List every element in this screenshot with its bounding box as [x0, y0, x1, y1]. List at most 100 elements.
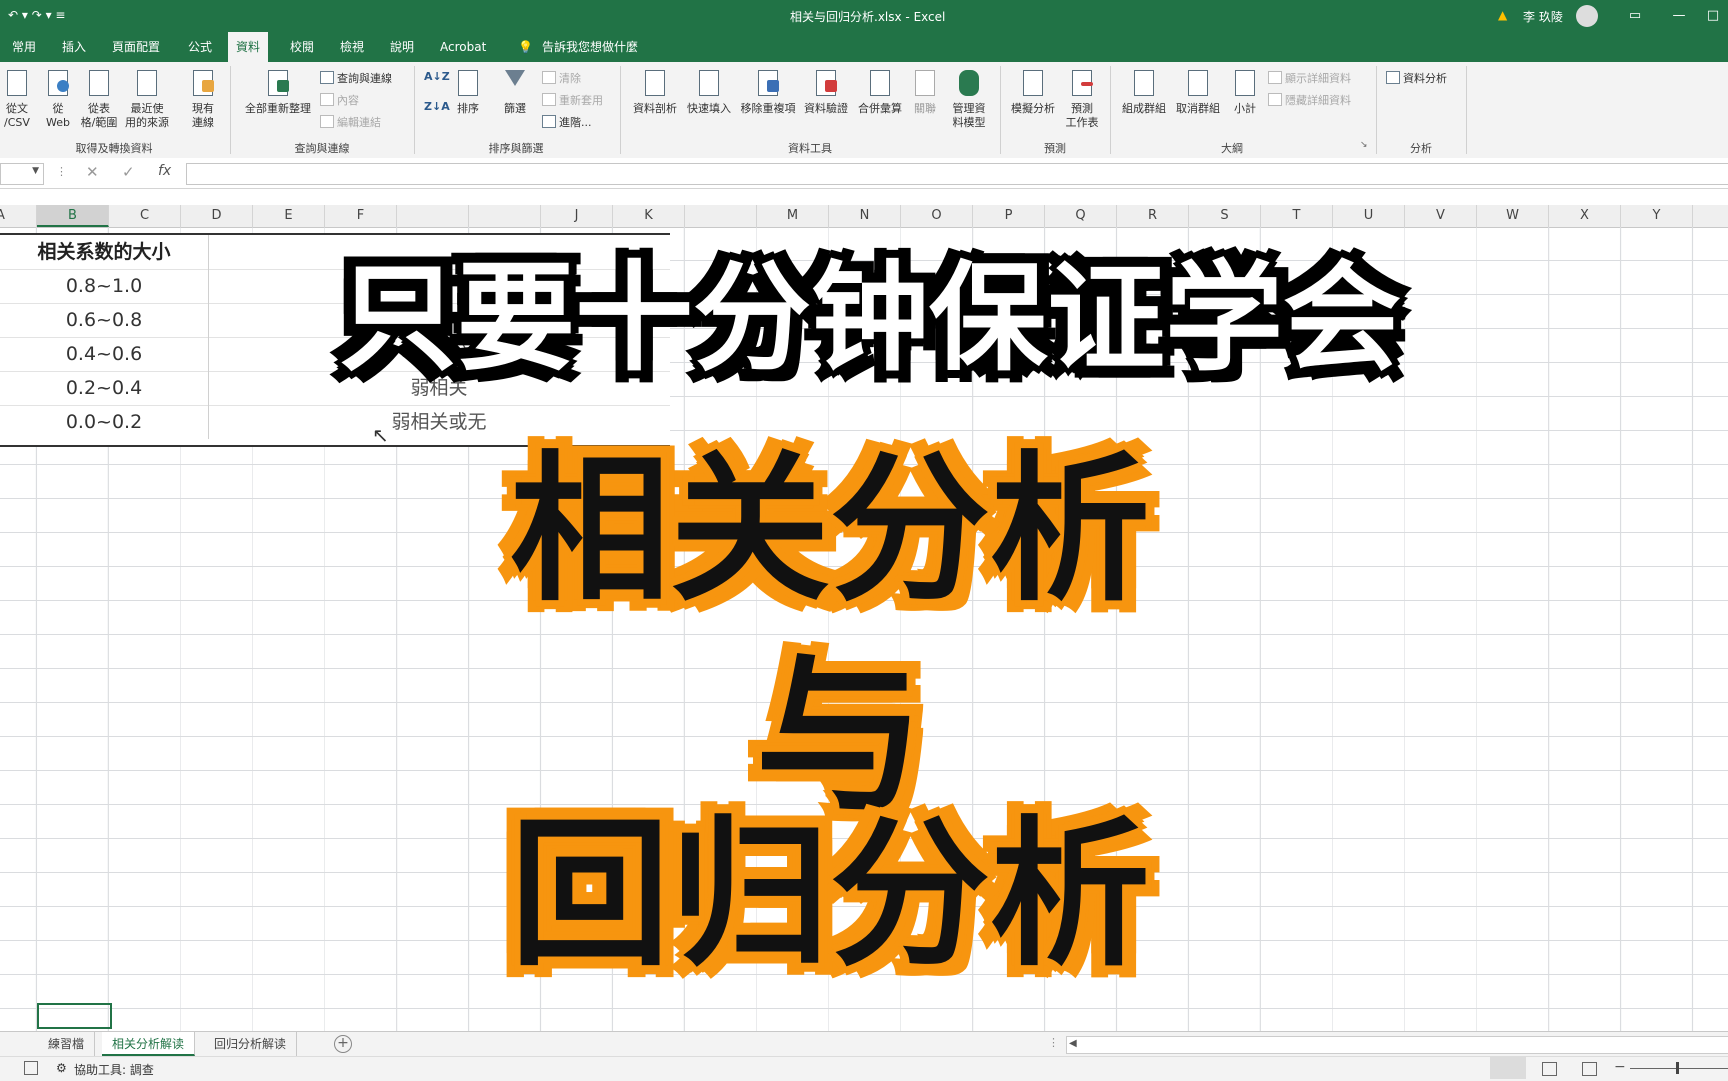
what-if-analysis-button[interactable]: 模擬分析	[1006, 68, 1060, 116]
ribbon-display-icon[interactable]: ▭	[1620, 4, 1650, 28]
refresh-all-button[interactable]: 全部重新整理	[240, 68, 316, 116]
group-separator	[414, 66, 415, 154]
forecast-sheet-button[interactable]: 預測 工作表	[1062, 68, 1102, 130]
sort-button[interactable]: 排序	[452, 68, 484, 116]
range-cell[interactable]: 0.8~1.0	[0, 269, 209, 303]
tab-view[interactable]: 檢視	[332, 32, 372, 62]
page-break-view-icon[interactable]	[1582, 1062, 1597, 1076]
zoom-out-icon[interactable]: −	[1614, 1059, 1626, 1075]
flash-fill-button[interactable]: 快速填入	[684, 68, 734, 116]
add-sheet-button[interactable]: +	[334, 1035, 352, 1053]
consolidate-button[interactable]: 合併彙算	[854, 68, 906, 116]
mouse-cursor-icon: ↖	[372, 423, 389, 447]
tab-formulas[interactable]: 公式	[180, 32, 220, 62]
advanced-filter-button[interactable]: 進階...	[542, 114, 592, 130]
from-table-button[interactable]: 從表 格/範圍	[78, 68, 120, 130]
table-header[interactable]: 相关系数的大小	[0, 235, 209, 269]
tab-home[interactable]: 常用	[4, 32, 44, 62]
edit-links-button[interactable]: 編輯連結	[320, 114, 381, 130]
name-box[interactable]: ▼	[0, 163, 44, 185]
column-header[interactable]: W	[1477, 205, 1549, 227]
active-cell[interactable]	[37, 1003, 112, 1029]
column-header[interactable]: X	[1549, 205, 1621, 227]
warning-icon[interactable]: ▲	[1498, 8, 1507, 22]
sheet-tab[interactable]: 回归分析解读	[204, 1032, 298, 1056]
sheet-tab-active[interactable]: 相关分析解读	[102, 1032, 196, 1056]
overlay-line-1: 只要十分钟保证学会	[338, 249, 1401, 387]
show-detail-button[interactable]: 顯示詳細資料	[1268, 70, 1351, 86]
sort-az-icon[interactable]: A↓Z	[424, 70, 450, 83]
column-header[interactable]: C	[109, 205, 181, 227]
group-separator	[230, 66, 231, 154]
manage-data-model-button[interactable]: 管理資 料模型	[944, 68, 994, 130]
dialog-launcher-icon[interactable]: ↘	[1360, 140, 1368, 150]
reapply-button[interactable]: 重新套用	[542, 92, 603, 108]
ribbon: 從文 /CSV 從 Web 從表 格/範圍 最近使 用的來源 現有 連線 取得及…	[0, 62, 1728, 159]
tab-page-layout[interactable]: 頁面配置	[104, 32, 168, 62]
filter-button[interactable]: 篩選	[498, 68, 532, 116]
insert-function-icon[interactable]: fx	[158, 163, 171, 179]
page-layout-view-icon[interactable]	[1542, 1062, 1557, 1076]
zoom-slider-thumb[interactable]	[1676, 1062, 1679, 1074]
tab-insert[interactable]: 插入	[54, 32, 94, 62]
relationships-button[interactable]: 關聯	[908, 68, 942, 116]
column-header[interactable]: Y	[1621, 205, 1693, 227]
tab-acrobat[interactable]: Acrobat	[432, 32, 494, 62]
tab-data[interactable]: 資料	[228, 32, 269, 62]
title-bar: ↶ ▾ ↷ ▾ ≡ 相关与回归分析.xlsx - Excel ▲ 李 玖陵 ▭ …	[0, 0, 1728, 32]
cancel-icon[interactable]: ✕	[86, 163, 99, 181]
accessibility-status[interactable]: 協助工具: 調查	[74, 1061, 154, 1078]
sort-za-icon[interactable]: Z↓A	[424, 100, 450, 113]
maximize-icon[interactable]: □	[1698, 4, 1728, 28]
avatar[interactable]	[1576, 5, 1598, 27]
range-cell[interactable]: 0.6~0.8	[0, 303, 209, 337]
more-icon: ⋮	[56, 165, 67, 178]
normal-view-icon[interactable]	[1490, 1057, 1526, 1079]
column-header[interactable]: B	[37, 205, 109, 227]
recent-sources-button[interactable]: 最近使 用的來源	[122, 68, 172, 130]
range-cell[interactable]: 0.2~0.4	[0, 371, 209, 405]
zoom-slider[interactable]	[1630, 1068, 1728, 1069]
tell-me-search[interactable]: 告訴我您想做什麼	[534, 32, 646, 62]
column-header[interactable]: A	[0, 205, 37, 227]
quick-access-toolbar[interactable]: ↶ ▾ ↷ ▾ ≡	[8, 8, 65, 22]
tab-review[interactable]: 校閱	[282, 32, 322, 62]
horizontal-scrollbar[interactable]: ◀	[1066, 1036, 1728, 1054]
group-label-data-tools: 資料工具	[788, 142, 832, 155]
sheet-status-icon[interactable]	[24, 1061, 38, 1075]
formula-input[interactable]	[186, 163, 1728, 185]
from-csv-button[interactable]: 從文 /CSV	[0, 68, 34, 130]
chevron-down-icon[interactable]: ▼	[32, 166, 39, 176]
enter-icon[interactable]: ✓	[122, 163, 135, 181]
tab-help[interactable]: 說明	[382, 32, 422, 62]
group-separator	[1110, 66, 1111, 154]
ungroup-button[interactable]: 取消群組	[1172, 68, 1224, 116]
group-separator	[620, 66, 621, 154]
queries-connections-button[interactable]: 查詢與連線	[320, 70, 392, 86]
hide-detail-button[interactable]: 隱藏詳細資料	[1268, 92, 1351, 108]
sheet-tab[interactable]: 練習檔	[38, 1032, 96, 1056]
text-to-columns-button[interactable]: 資料剖析	[630, 68, 680, 116]
data-analysis-button[interactable]: 資料分析	[1386, 70, 1447, 86]
group-label-get-data: 取得及轉換資料	[75, 142, 153, 155]
accessibility-icon[interactable]: ⚙	[56, 1061, 67, 1075]
clear-filter-button[interactable]: 清除	[542, 70, 581, 86]
minimize-icon[interactable]: —	[1664, 4, 1694, 28]
data-validation-button[interactable]: 資料驗證	[800, 68, 852, 116]
properties-button[interactable]: 內容	[320, 92, 359, 108]
remove-duplicates-button[interactable]: 移除重複項	[738, 68, 798, 116]
range-cell[interactable]: 0.4~0.6	[0, 337, 209, 371]
subtotal-button[interactable]: 小計	[1228, 68, 1262, 116]
group-label-queries: 查詢與連線	[294, 142, 350, 155]
formula-bar: ▼ ⋮ ✕ ✓ fx	[0, 158, 1728, 189]
group-label-sort-filter: 排序與篩選	[488, 142, 544, 155]
window-title: 相关与回归分析.xlsx - Excel	[790, 10, 946, 24]
column-header[interactable]: D	[181, 205, 253, 227]
from-web-button[interactable]: 從 Web	[38, 68, 78, 130]
range-cell[interactable]: 0.0~0.2	[0, 405, 209, 439]
group-separator	[1000, 66, 1001, 154]
user-name[interactable]: 李 玖陵	[1523, 8, 1563, 25]
group-button[interactable]: 組成群組	[1118, 68, 1170, 116]
existing-connections-button[interactable]: 現有 連線	[186, 68, 220, 130]
ribbon-tabs: 常用 插入 頁面配置 公式 資料 校閱 檢視 說明 Acrobat 💡 告訴我您…	[0, 32, 1728, 62]
